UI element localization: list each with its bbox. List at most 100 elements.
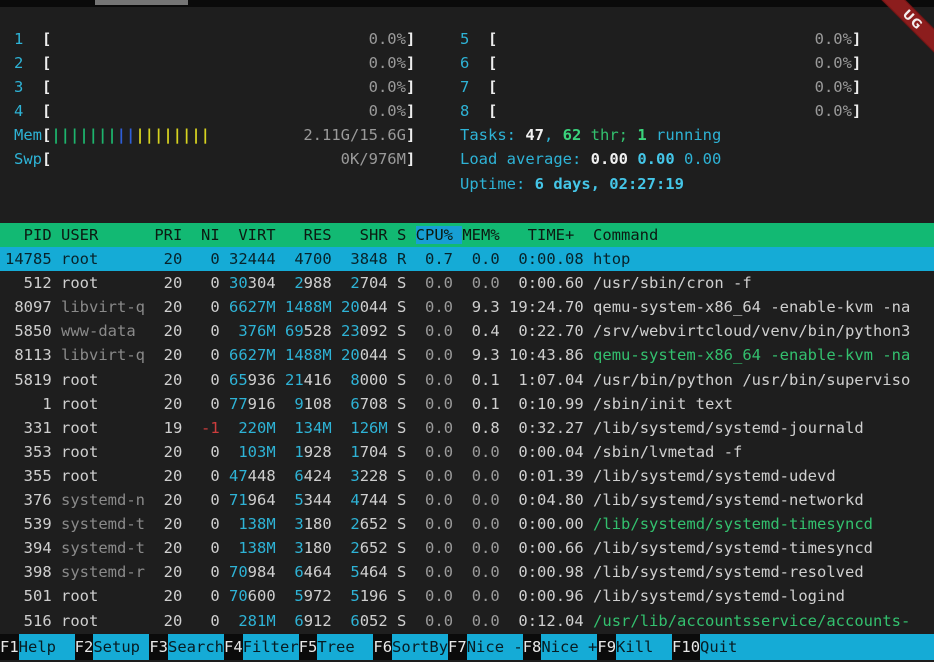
fnkey-f6[interactable]: F6SortBy	[373, 634, 448, 660]
cpu-meter-id: 6	[460, 54, 488, 72]
cell-mem-percent: 0.1	[462, 371, 509, 389]
cell-time: 0:01.39	[509, 467, 593, 485]
process-row-353[interactable]: 353 root 20 0 103M 1928 1704 S 0.0 0.0 0…	[0, 440, 934, 464]
process-row-501[interactable]: 501 root 20 0 70600 5972 5196 S 0.0 0.0 …	[0, 584, 934, 608]
cell-cpu-percent: 0.0	[416, 395, 463, 413]
column-header-res[interactable]: RES	[285, 226, 341, 244]
tasks-thr-label: thr;	[581, 126, 637, 144]
cell-shr: 4	[350, 491, 359, 509]
cell-state: S	[397, 443, 416, 461]
column-header-mem[interactable]: MEM%	[462, 226, 509, 244]
cell-shr: 5	[350, 563, 359, 581]
process-row-355[interactable]: 355 root 20 0 47448 6424 3228 S 0.0 0.0 …	[0, 464, 934, 488]
process-row-1[interactable]: 1 root 20 0 77916 9108 6708 S 0.0 0.1 0:…	[0, 392, 934, 416]
cell-mem-percent: 0.1	[462, 395, 509, 413]
cell-cpu-percent: 0.0	[416, 539, 463, 557]
cell-res: 6	[294, 563, 303, 581]
process-row-5850[interactable]: 5850 www-data 20 0 376M 69528 23092 S 0.…	[0, 319, 934, 343]
cell-user: root	[61, 467, 154, 485]
cell-pid: 1	[5, 395, 61, 413]
cell-ni: 0	[192, 322, 229, 340]
cell-user: root	[61, 443, 154, 461]
mem-swp-meters: Mem[||||||||||||||||| 2.11G/15.6G]Swp[ 0…	[14, 123, 415, 171]
process-row-398[interactable]: 398 systemd-r 20 0 70984 6464 5464 S 0.0…	[0, 560, 934, 584]
fnkey-f2[interactable]: F2Setup	[75, 634, 150, 660]
cpu-meter-id: 1	[14, 30, 42, 48]
fnkey-f5[interactable]: F5Tree	[299, 634, 374, 660]
cell-state: S	[397, 612, 416, 630]
column-header-command[interactable]: Command	[593, 226, 658, 244]
window-tab-fragment	[95, 0, 188, 5]
cell-state: S	[397, 346, 416, 364]
cell-time: 0:00.60	[509, 274, 593, 292]
fnkey-key: F1	[0, 634, 19, 660]
column-header-cpu[interactable]: CPU%	[416, 226, 463, 244]
process-row-394[interactable]: 394 systemd-t 20 0 138M 3180 2652 S 0.0 …	[0, 536, 934, 560]
column-header-s[interactable]: S	[397, 226, 416, 244]
cpu-meter-id: 5	[460, 30, 488, 48]
tasks-line: Tasks: 47, 62 thr; 1 running	[460, 123, 861, 147]
cell-pri: 20	[154, 395, 191, 413]
cell-command: /sbin/lvmetad -f	[593, 443, 742, 461]
cpu-meter-id: 8	[460, 102, 488, 120]
cell-res: 6	[294, 612, 303, 630]
fnkey-f1[interactable]: F1Help	[0, 634, 75, 660]
process-row-516[interactable]: 516 root 20 0 281M 6912 6052 S 0.0 0.0 0…	[0, 609, 934, 633]
cell-ni: 0	[192, 515, 229, 533]
cell-state: R	[397, 250, 416, 268]
cell-virt: 103M	[238, 443, 275, 461]
column-header-user[interactable]: USER	[61, 226, 154, 244]
htop-terminal: UG 1 [ 0.0%]2 [ 0.0%]3 [ 0.0%]4 [ 0.0%] …	[0, 0, 934, 662]
process-row-539[interactable]: 539 systemd-t 20 0 138M 3180 2652 S 0.0 …	[0, 512, 934, 536]
cell-state: S	[397, 515, 416, 533]
column-header-shr[interactable]: SHR	[341, 226, 397, 244]
fnkey-f3[interactable]: F3Search	[149, 634, 224, 660]
fnkey-f10[interactable]: F10Quit	[672, 634, 737, 660]
swap-meter-value: 0K/976M	[341, 150, 406, 168]
meter-column-left: 1 [ 0.0%]2 [ 0.0%]3 [ 0.0%]4 [ 0.0%] Mem…	[14, 27, 415, 172]
debug-ribbon: UG	[868, 0, 934, 64]
cell-ni: 0	[192, 395, 229, 413]
fnkey-label: Nice -	[467, 634, 523, 660]
column-header-virt[interactable]: VIRT	[229, 226, 285, 244]
cell-time: 0:32.27	[509, 419, 593, 437]
cell-pid: 8097	[5, 298, 61, 316]
cell-shr: 5	[350, 587, 359, 605]
cell-pri: 20	[154, 467, 191, 485]
cell-command: qemu-system-x86_64 -enable-kvm -na	[593, 346, 910, 364]
cell-virt: 6627M	[229, 298, 276, 316]
cell-virt: 281M	[238, 612, 275, 630]
cell-cpu-percent: 0.0	[416, 515, 463, 533]
column-header-time[interactable]: TIME+	[509, 226, 593, 244]
column-header-pid[interactable]: PID	[5, 226, 61, 244]
function-key-bar: F1Help F2Setup F3SearchF4FilterF5Tree F6…	[0, 634, 934, 660]
fnkey-label: SortBy	[392, 634, 448, 660]
fnkey-f8[interactable]: F8Nice +	[523, 634, 598, 660]
cell-pid: 14785	[5, 250, 61, 268]
cpu-meter-value: 0.0%	[815, 102, 852, 120]
process-row-512[interactable]: 512 root 20 0 30304 2988 2704 S 0.0 0.0 …	[0, 271, 934, 295]
column-header-pri[interactable]: PRI	[154, 226, 191, 244]
process-row-14785[interactable]: 14785 root 20 0 32444 4700 3848 R 0.7 0.…	[0, 247, 934, 271]
cell-res: 3	[294, 515, 303, 533]
cell-shr: 2	[350, 515, 359, 533]
process-row-8097[interactable]: 8097 libvirt-q 20 0 6627M 1488M 20044 S …	[0, 295, 934, 319]
cell-virt: 376M	[238, 322, 275, 340]
process-row-8113[interactable]: 8113 libvirt-q 20 0 6627M 1488M 20044 S …	[0, 343, 934, 367]
cell-state: S	[397, 274, 416, 292]
window-top-strip	[0, 0, 934, 7]
fnkey-f7[interactable]: F7Nice -	[448, 634, 523, 660]
cell-command: /lib/systemd/systemd-resolved	[593, 563, 864, 581]
cell-shr: 20	[341, 346, 360, 364]
cell-time: 0:00.00	[509, 515, 593, 533]
process-row-376[interactable]: 376 systemd-n 20 0 71964 5344 4744 S 0.0…	[0, 488, 934, 512]
process-row-331[interactable]: 331 root 19 -1 220M 134M 126M S 0.0 0.8 …	[0, 416, 934, 440]
cell-res: 2	[294, 274, 303, 292]
fnkey-f9[interactable]: F9Kill	[597, 634, 672, 660]
fnkey-f4[interactable]: F4Filter	[224, 634, 299, 660]
cell-time: 0:10.99	[509, 395, 593, 413]
column-header-ni[interactable]: NI	[192, 226, 229, 244]
cell-virt: 32	[229, 250, 248, 268]
process-row-5819[interactable]: 5819 root 20 0 65936 21416 8000 S 0.0 0.…	[0, 368, 934, 392]
fnkey-label: Search	[168, 634, 224, 660]
